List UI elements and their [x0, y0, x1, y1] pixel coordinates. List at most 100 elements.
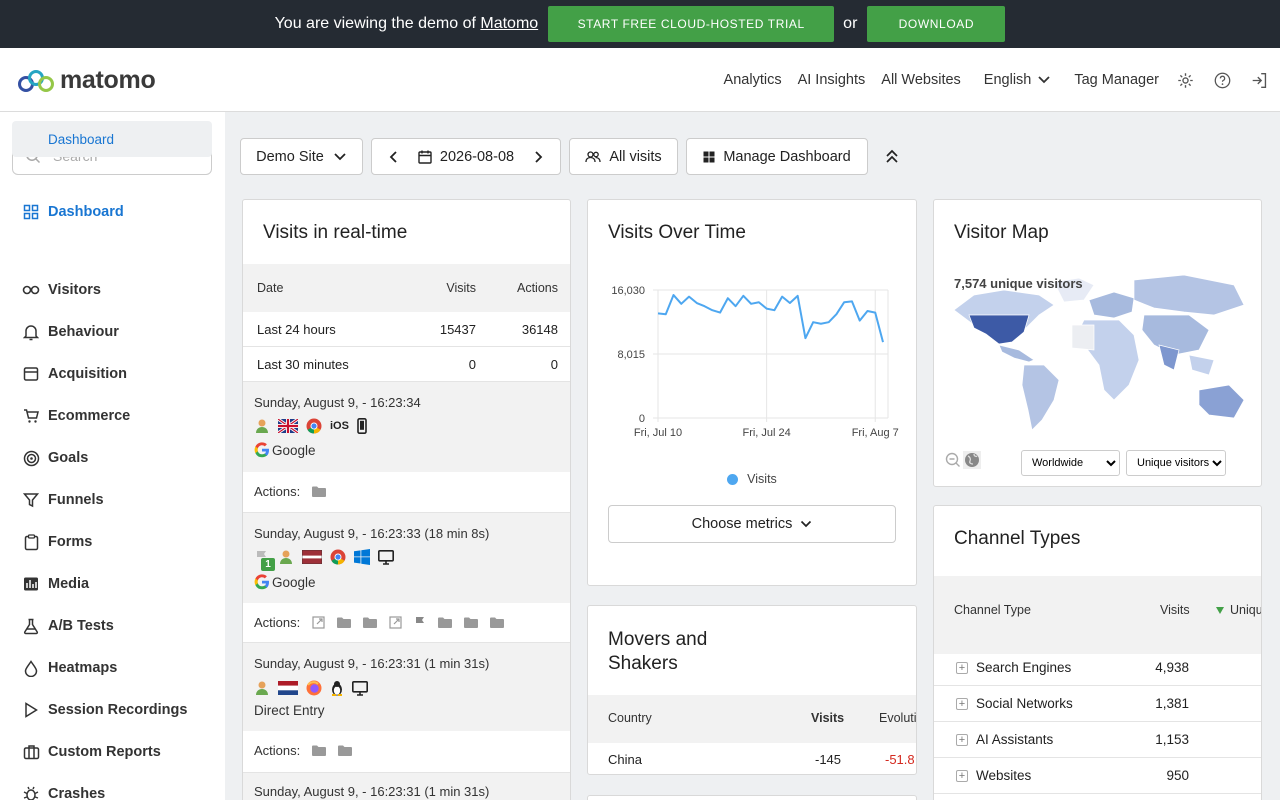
expand-icon[interactable]: +: [956, 770, 968, 782]
sidebar-label: Goals: [48, 450, 89, 466]
sidebar-item-acquisition[interactable]: Acquisition: [22, 362, 127, 386]
outlink-icon[interactable]: [312, 616, 325, 629]
language-selector[interactable]: English: [984, 72, 1052, 88]
gear-icon[interactable]: [1177, 72, 1194, 89]
folder-icon[interactable]: [338, 745, 353, 756]
language-label: English: [983, 72, 1032, 88]
visitor-profile-icon[interactable]: [278, 549, 294, 565]
expand-icon[interactable]: +: [956, 734, 968, 746]
sidebar-item-custom-reports[interactable]: Custom Reports: [22, 740, 161, 764]
expand-icon[interactable]: +: [956, 662, 968, 674]
visit-icons: [254, 680, 376, 696]
table-row: Last 30 minutes 0 0: [243, 347, 570, 382]
chevron-right-icon[interactable]: [534, 150, 544, 164]
column-header: Visits: [811, 711, 845, 725]
actions-label: Actions:: [254, 743, 301, 758]
folder-icon[interactable]: [464, 617, 479, 628]
visit-entry[interactable]: Sunday, August 9, - 16:23:33 (18 min 8s)…: [243, 512, 570, 642]
matomo-link[interactable]: Matomo: [480, 15, 538, 32]
table-row[interactable]: China -145 -51.8: [588, 743, 916, 774]
actions-label: Actions:: [254, 615, 301, 630]
table-header: Channel Type Visits Uniqu: [934, 576, 1261, 654]
world-map[interactable]: [944, 270, 1254, 450]
start-trial-button[interactable]: START FREE CLOUD-HOSTED TRIAL: [548, 6, 835, 42]
visitor-profile-icon[interactable]: [254, 680, 270, 696]
calendar-icon[interactable]: [418, 150, 432, 164]
visitor-profile-icon[interactable]: [254, 418, 270, 434]
visitor-map-widget: Visitor Map 7,574 unique visitors Worldw…: [933, 199, 1262, 487]
table-row[interactable]: + Social Networks 1,381: [934, 686, 1261, 722]
matomo-logo[interactable]: matomo: [18, 66, 156, 95]
sidebar-item-ecommerce[interactable]: Ecommerce: [22, 404, 130, 428]
actions-label: Actions:: [254, 484, 301, 499]
legend-dot: [727, 473, 739, 485]
sidebar-item-dashboard[interactable]: Dashboard: [22, 200, 124, 224]
table-row[interactable]: + AI Assistants 1,153: [934, 722, 1261, 758]
nav-all-websites[interactable]: All Websites: [881, 72, 961, 88]
sidebar-item-ab-tests[interactable]: A/B Tests: [22, 614, 114, 638]
help-icon[interactable]: [1214, 72, 1231, 89]
sidebar-item-crashes[interactable]: Crashes: [22, 782, 105, 800]
visit-entry[interactable]: Sunday, August 9, - 16:23:31 (1 min 31s): [243, 772, 570, 800]
channel-visits: 4,938: [1155, 660, 1189, 675]
nav-analytics[interactable]: Analytics: [724, 72, 782, 88]
download-button[interactable]: DOWNLOAD: [867, 6, 1006, 42]
sidebar-subitem-dashboard[interactable]: Dashboard: [12, 121, 212, 157]
visits-series-line: [657, 294, 884, 343]
drop-icon: [22, 659, 40, 677]
sidebar-item-funnels[interactable]: Funnels: [22, 488, 104, 512]
sidebar-item-media[interactable]: Media: [22, 572, 89, 596]
globe-icon[interactable]: [963, 451, 981, 469]
chart-legend[interactable]: Visits: [588, 472, 916, 486]
metric-select[interactable]: Unique visitors: [1126, 450, 1226, 476]
row-label: Last 24 hours: [257, 322, 336, 337]
folder-icon[interactable]: [438, 617, 453, 628]
sidebar-item-visitors[interactable]: Visitors: [22, 278, 101, 302]
segment-selector[interactable]: All visits: [569, 138, 678, 175]
matomo-logo-icon: [18, 69, 54, 92]
site-selector[interactable]: Demo Site: [240, 138, 363, 175]
acquisition-icon: [22, 365, 40, 383]
zoom-out-icon[interactable]: [945, 452, 961, 468]
folder-icon[interactable]: [363, 617, 378, 628]
sidebar-item-behaviour[interactable]: Behaviour: [22, 320, 119, 344]
table-row[interactable]: + Search Engines 4,938: [934, 650, 1261, 686]
google-icon: [254, 574, 269, 590]
collapse-icon[interactable]: [885, 149, 899, 164]
visits-line-chart[interactable]: 16,030 8,015 0 Fri, Jul 10 Fri, Jul 24 Fri, A…: [588, 200, 917, 500]
date-label[interactable]: 2026-08-08: [440, 149, 514, 165]
column-header[interactable]: Uniqu: [1230, 603, 1261, 617]
outlink-icon[interactable]: [389, 616, 402, 629]
sidebar-item-heatmaps[interactable]: Heatmaps: [22, 656, 117, 680]
sidebar-label: Session Recordings: [48, 702, 188, 718]
sidebar-item-goals[interactable]: Goals: [22, 446, 88, 470]
visit-entry[interactable]: Sunday, August 9, - 16:23:31 (1 min 31s)…: [243, 642, 570, 772]
region-select[interactable]: Worldwide: [1021, 450, 1120, 476]
nav-ai-insights[interactable]: AI Insights: [798, 72, 866, 88]
sign-out-icon[interactable]: [1251, 72, 1268, 89]
folder-icon[interactable]: [490, 617, 505, 628]
folder-icon[interactable]: [337, 617, 352, 628]
demo-banner: You are viewing the demo of Matomo START…: [0, 0, 1280, 48]
visit-referrer: Direct Entry: [254, 703, 325, 718]
sort-desc-icon[interactable]: [1216, 607, 1224, 614]
y-tick-label: 16,030: [611, 285, 645, 297]
banner-or: or: [843, 15, 858, 32]
manage-dashboard-button[interactable]: Manage Dashboard: [686, 138, 868, 175]
folder-icon[interactable]: [312, 745, 327, 756]
google-icon: [254, 442, 269, 458]
column-header: Actions: [517, 281, 558, 295]
table-row[interactable]: + Websites 950: [934, 758, 1261, 794]
sidebar-item-session-recordings[interactable]: Session Recordings: [22, 698, 187, 722]
choose-metrics-button[interactable]: Choose metrics: [608, 505, 896, 543]
column-header[interactable]: Visits: [1160, 603, 1190, 617]
row-actions: 0: [550, 357, 558, 372]
folder-icon[interactable]: [312, 486, 327, 497]
expand-icon[interactable]: +: [956, 698, 968, 710]
chevron-left-icon[interactable]: [388, 150, 398, 164]
sidebar-item-forms[interactable]: Forms: [22, 530, 92, 554]
nav-tag-manager[interactable]: Tag Manager: [1074, 72, 1159, 88]
goal-flag-icon[interactable]: [414, 616, 426, 629]
sidebar-label: Crashes: [48, 786, 106, 800]
visit-entry[interactable]: Sunday, August 9, - 16:23:34 iOS Google …: [243, 382, 570, 512]
